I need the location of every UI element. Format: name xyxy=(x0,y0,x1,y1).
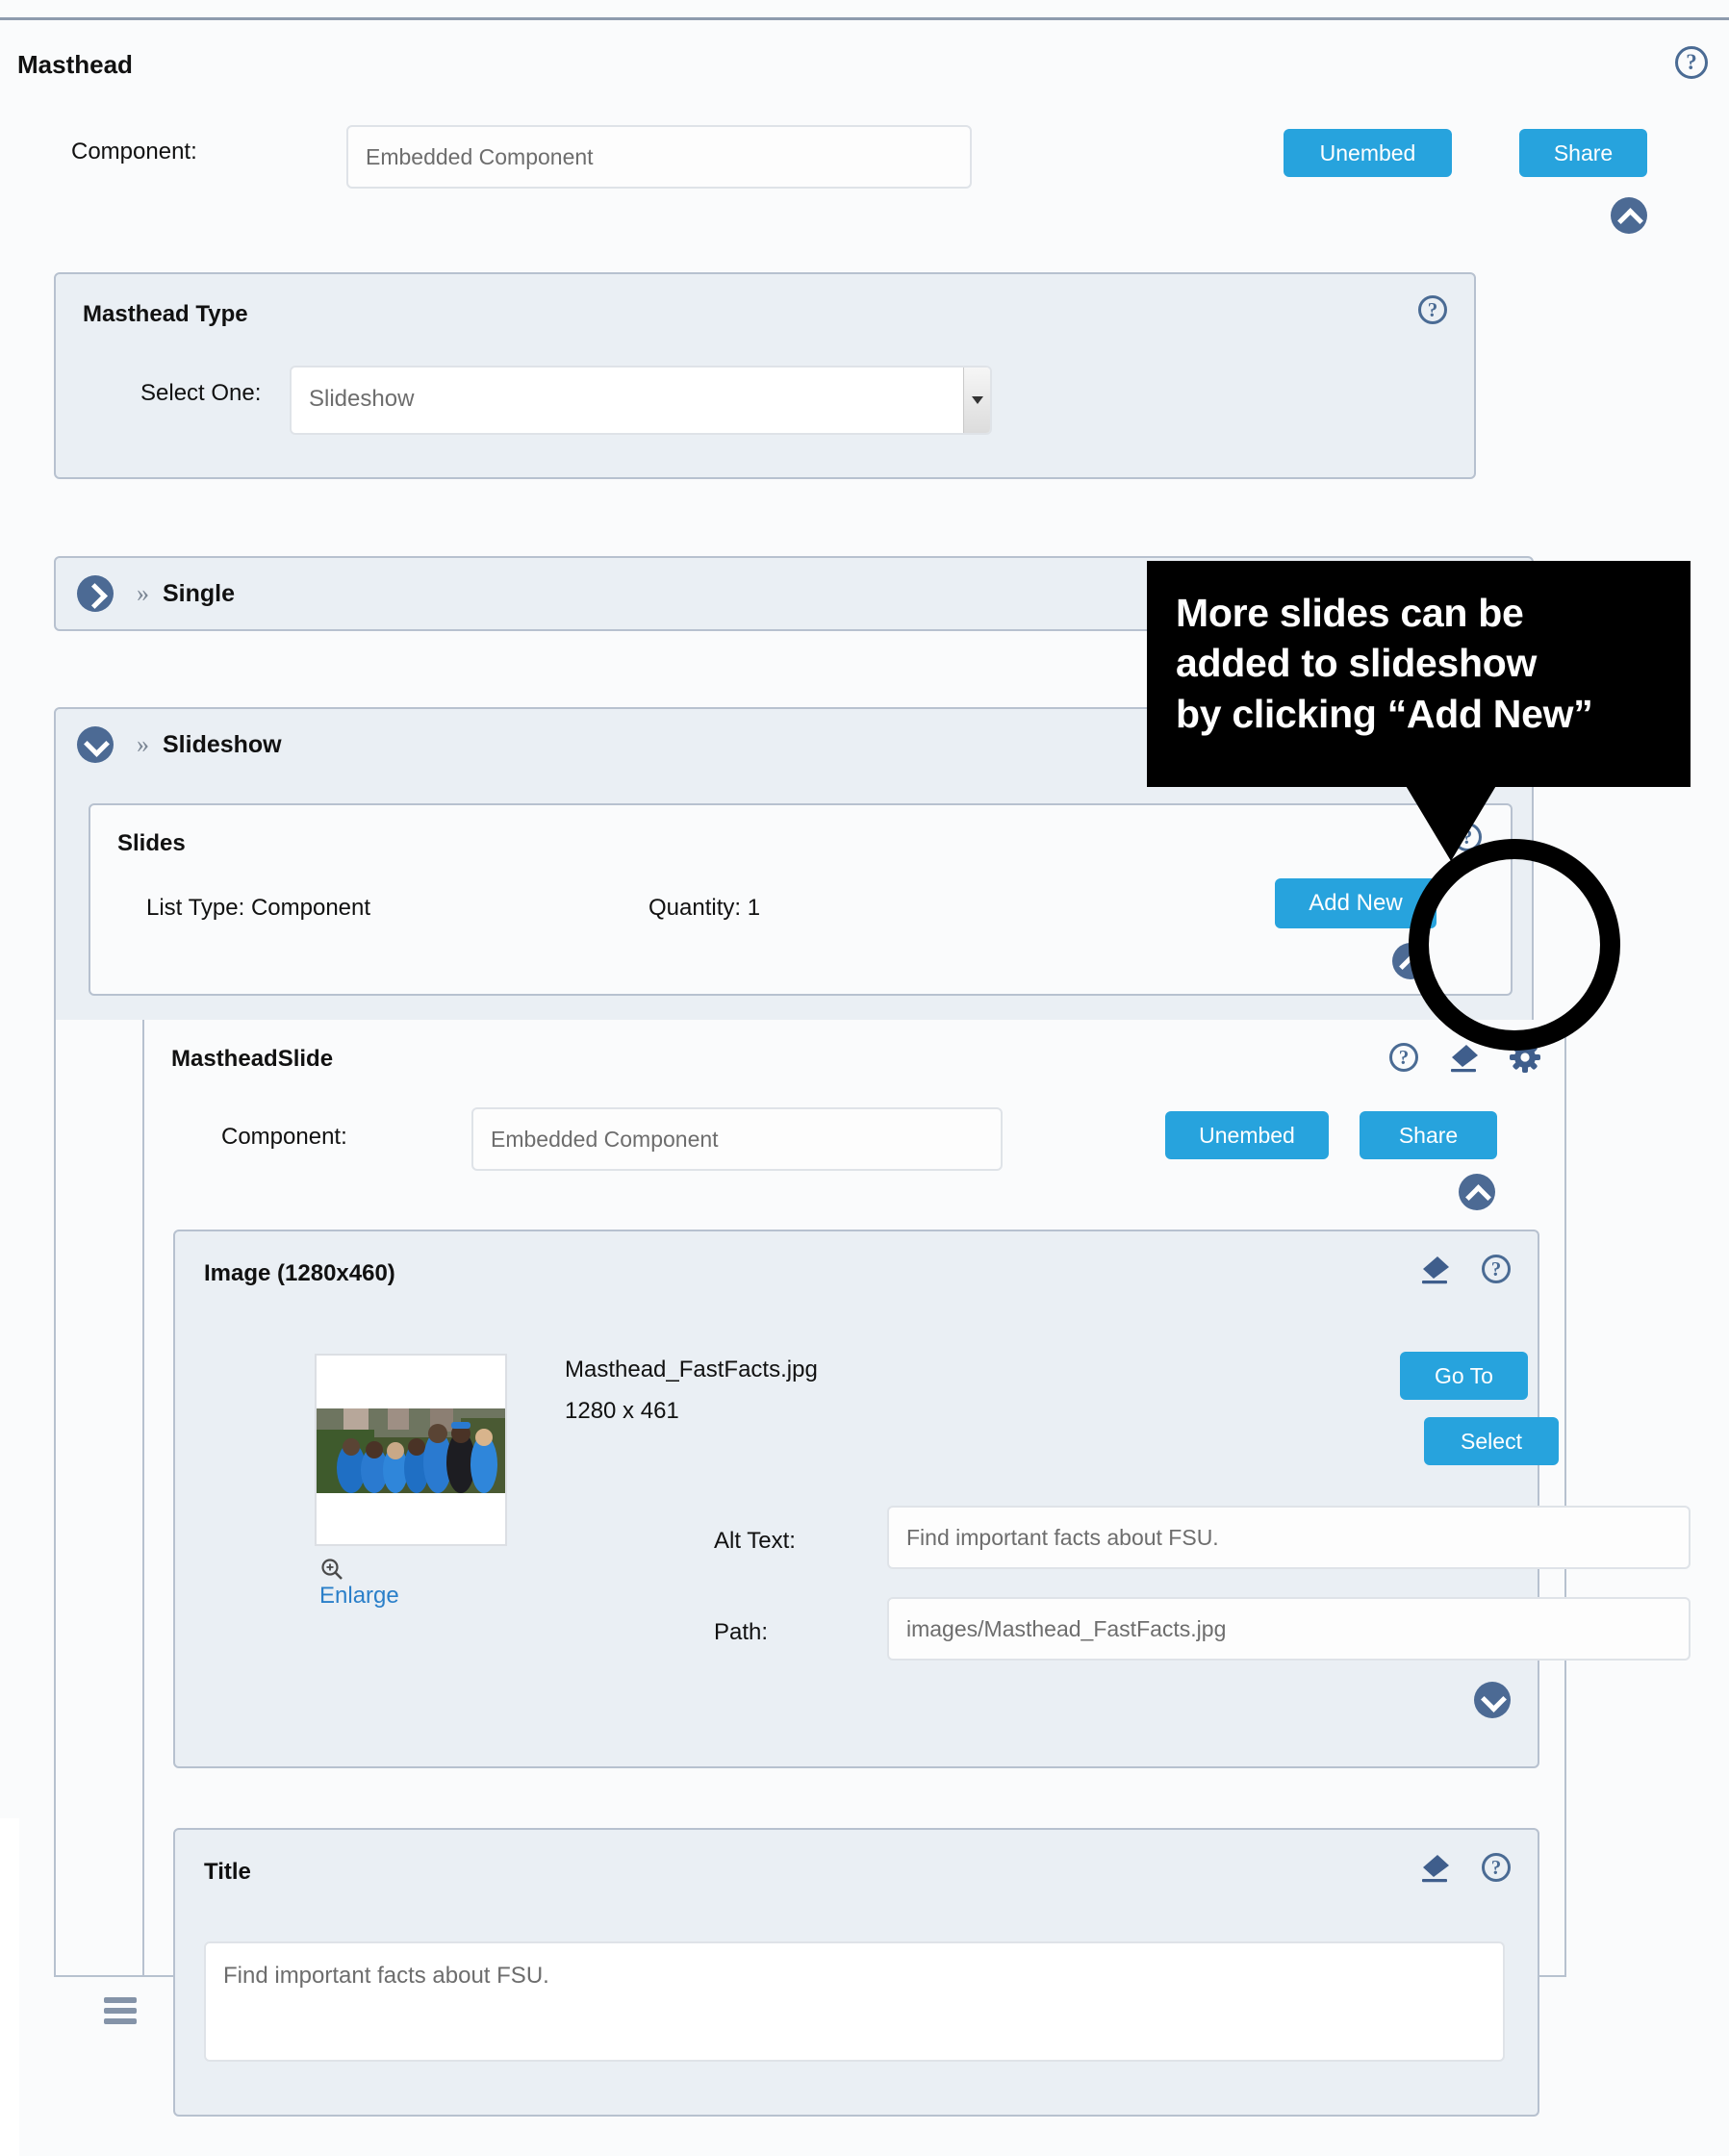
image-dimensions: 1280 x 461 xyxy=(565,1398,679,1424)
image-panel-title: Image (1280x460) xyxy=(204,1260,395,1286)
unembed-button[interactable]: Unembed xyxy=(1284,129,1452,177)
question-mark-icon[interactable]: ? xyxy=(1389,1043,1418,1072)
eraser-icon[interactable] xyxy=(1418,1851,1451,1884)
eraser-icon[interactable] xyxy=(1447,1041,1480,1074)
magnifier-plus-icon xyxy=(319,1557,344,1582)
title-textarea[interactable] xyxy=(204,1941,1505,2062)
chevron-down-icon xyxy=(1474,1682,1511,1718)
drag-bar xyxy=(104,2008,137,2014)
masthead-editor-page: Masthead ? Component: Unembed Share Mast… xyxy=(0,0,1729,2156)
drag-bar xyxy=(104,2018,137,2024)
alt-text-input[interactable] xyxy=(887,1506,1691,1569)
slide-component-label: Component: xyxy=(221,1124,347,1150)
enlarge-link[interactable]: Enlarge xyxy=(319,1583,531,1610)
slides-list-type: List Type: Component xyxy=(146,895,371,921)
slide-share-button[interactable]: Share xyxy=(1360,1111,1497,1159)
guillemet-icon: » xyxy=(137,579,149,607)
image-thumbnail[interactable] xyxy=(315,1354,507,1546)
select-one-label: Select One: xyxy=(140,380,262,406)
top-divider xyxy=(0,17,1729,20)
slide-left-rail xyxy=(54,1020,142,1977)
masthead-slide-title: MastheadSlide xyxy=(171,1046,334,1072)
select-button[interactable]: Select xyxy=(1424,1417,1559,1465)
annotation-callout: More slides can be added to slideshow by… xyxy=(1147,561,1691,787)
masthead-help-icon[interactable]: ? xyxy=(1675,46,1708,79)
guillemet-icon: » xyxy=(137,730,149,758)
drag-bar xyxy=(104,1997,137,2003)
masthead-type-title: Masthead Type xyxy=(83,301,248,327)
share-button[interactable]: Share xyxy=(1519,129,1647,177)
drag-handle[interactable] xyxy=(104,1997,137,2024)
chevron-down-icon[interactable] xyxy=(77,726,114,763)
section-single-label: Single xyxy=(163,579,236,607)
chevron-up-icon xyxy=(1611,197,1647,234)
path-input[interactable] xyxy=(887,1597,1691,1661)
question-mark-icon: ? xyxy=(1418,295,1447,324)
annotation-text: More slides can be added to slideshow by… xyxy=(1176,591,1593,736)
enlarge-control[interactable]: Enlarge xyxy=(319,1557,531,1610)
component-input[interactable] xyxy=(346,125,972,189)
slide-unembed-button[interactable]: Unembed xyxy=(1165,1111,1329,1159)
masthead-type-help-icon[interactable]: ? xyxy=(1418,295,1447,324)
image-expand-toggle[interactable] xyxy=(1474,1682,1511,1723)
masthead-collapse-toggle[interactable] xyxy=(1611,197,1647,239)
alt-text-label: Alt Text: xyxy=(714,1528,796,1554)
select-value: Slideshow xyxy=(309,386,415,412)
masthead-slide-block: MastheadSlide ? Component: Embedded Comp… xyxy=(142,1020,1691,2117)
title-icon-group: ? xyxy=(1418,1851,1511,1884)
image-panel: Image (1280x460) ? Enlarge Masthead_Fast… xyxy=(173,1230,1691,1768)
masthead-component-row: Component: Unembed Share xyxy=(0,125,1729,192)
slides-quantity: Quantity: 1 xyxy=(648,895,761,921)
slide-component-input[interactable] xyxy=(471,1107,1003,1171)
component-label: Component: xyxy=(71,139,197,165)
slides-title: Slides xyxy=(117,830,186,856)
image-file-name: Masthead_FastFacts.jpg xyxy=(565,1357,818,1382)
section-slideshow-label: Slideshow xyxy=(163,730,282,758)
left-white-tab xyxy=(0,1818,19,2156)
slides-panel: Slides ? List Type: Component Quantity: … xyxy=(89,803,1513,996)
title-panel: Title ? xyxy=(173,1828,1539,2117)
section-slideshow-row: » Slideshow xyxy=(77,726,282,763)
image-icon-group: ? xyxy=(1418,1253,1511,1285)
thumbnail-photo xyxy=(317,1408,505,1493)
masthead-type-select[interactable]: Slideshow xyxy=(290,366,992,435)
slide-collapse-toggle[interactable] xyxy=(1459,1174,1495,1215)
chevron-down-icon[interactable] xyxy=(963,368,990,433)
go-to-button[interactable]: Go To xyxy=(1400,1352,1528,1400)
question-mark-icon: ? xyxy=(1675,46,1708,79)
annotation-callout-tail xyxy=(1405,784,1497,861)
eraser-icon[interactable] xyxy=(1418,1253,1451,1285)
title-panel-title: Title xyxy=(204,1859,251,1885)
question-mark-icon[interactable]: ? xyxy=(1482,1255,1511,1283)
chevron-right-icon[interactable] xyxy=(77,575,114,612)
masthead-type-panel: Masthead Type ? Select One: Slideshow xyxy=(54,272,1476,479)
question-mark-icon[interactable]: ? xyxy=(1482,1853,1511,1882)
chevron-up-icon xyxy=(1459,1174,1495,1210)
annotation-circle-highlight xyxy=(1409,839,1620,1051)
section-single-row: » Single xyxy=(77,575,235,612)
page-title: Masthead xyxy=(17,50,133,79)
path-label: Path: xyxy=(714,1619,769,1645)
